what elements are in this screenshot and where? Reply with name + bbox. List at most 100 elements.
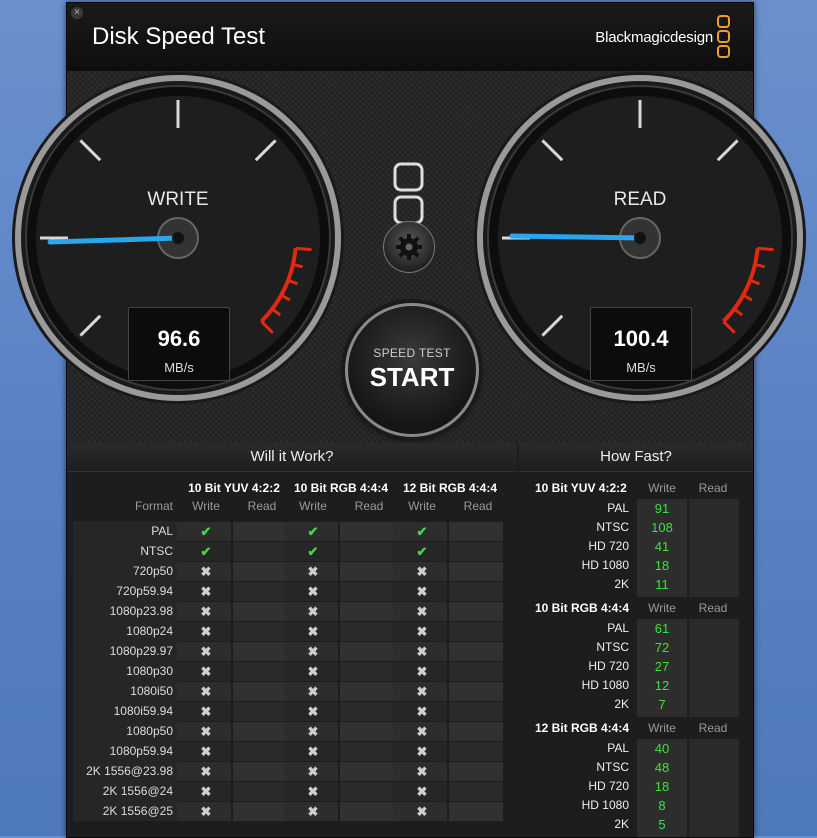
how-fast-read-bg [689,739,739,837]
read-result-cell [233,762,287,781]
cross-icon: ✖ [307,724,319,739]
read-result-cell [340,782,394,801]
read-result-cell [449,682,503,701]
cross-icon: ✖ [307,744,319,759]
close-button[interactable]: × [71,7,83,19]
check-icon: ✔ [200,544,212,559]
how-fast-read-header: Read [698,721,728,735]
cross-icon: ✖ [200,564,212,579]
check-icon: ✔ [416,544,428,559]
how-fast-section-title: 10 Bit YUV 4:2:2 [535,481,627,495]
read-result-cell [340,522,394,541]
format-row-label: 1080p29.97 [109,644,173,658]
cross-icon: ✖ [416,564,428,579]
format-row-label: 1080i50 [130,684,173,698]
how-fast-format-label: PAL [607,501,629,515]
read-result-cell [449,702,503,721]
read-result-cell [233,622,287,641]
read-speed-unit: MB/s [626,360,656,375]
read-result-cell [340,662,394,681]
read-result-cell [233,702,287,721]
group-header: 12 Bit RGB 4:4:4 [402,481,498,495]
how-fast-write-value: 27 [654,659,670,674]
read-result-cell [233,742,287,761]
read-needle [509,233,643,241]
read-result-cell [340,762,394,781]
cross-icon: ✖ [307,784,319,799]
read-result-cell [449,762,503,781]
cross-icon: ✖ [307,704,319,719]
how-fast-write-header: Write [648,721,676,735]
format-row-label: 2K 1556@24 [102,784,173,798]
start-button-sublabel: SPEED TEST [373,346,451,360]
read-readout: 100.4 MB/s [590,307,692,381]
read-result-cell [449,522,503,541]
redline-tick [757,246,774,252]
read-result-cell [340,722,394,741]
results-panel: Will it Work? How Fast? 10 Bit YUV 4:2:2… [67,443,753,837]
cross-icon: ✖ [307,764,319,779]
format-row-label: 1080p59.94 [109,744,173,758]
read-result-cell [340,702,394,721]
read-result-cell [233,782,287,801]
cross-icon: ✖ [200,764,212,779]
cross-icon: ✖ [416,684,428,699]
read-result-cell [340,802,394,821]
read-result-cell [340,562,394,581]
cross-icon: ✖ [307,644,319,659]
how-fast-write-header: Write [648,481,676,495]
read-result-cell [233,682,287,701]
title-bar: × Disk Speed Test Blackmagicdesign [67,3,753,72]
write-column-header: Write [299,499,327,513]
cross-icon: ✖ [200,724,212,739]
cross-icon: ✖ [200,664,212,679]
how-fast-write-value: 7 [658,697,666,712]
write-speed-value: 96.6 [157,326,201,351]
read-result-cell [449,582,503,601]
brand-name: Blackmagicdesign [595,29,713,46]
read-result-cell [233,642,287,661]
write-column-header: Write [408,499,436,513]
how-fast-section-title: 12 Bit RGB 4:4:4 [535,721,630,735]
group-header: 10 Bit YUV 4:2:2 [188,481,280,495]
format-row-label: 1080p24 [126,624,173,638]
will-it-work-header: Will it Work? [67,443,517,472]
read-result-cell [340,742,394,761]
redline-tick [295,246,312,252]
read-result-cell [340,602,394,621]
how-fast-format-label: 2K [614,697,629,711]
how-fast-format-label: PAL [607,621,629,635]
cross-icon: ✖ [200,744,212,759]
read-column-header: Read [247,499,277,513]
read-result-cell [340,542,394,561]
how-fast-write-value: 108 [651,520,673,535]
how-fast-format-label: HD 720 [588,659,629,673]
read-result-cell [449,602,503,621]
settings-button[interactable] [383,221,435,273]
how-fast-write-value: 8 [658,798,666,813]
how-fast-format-label: HD 720 [588,779,629,793]
how-fast-format-label: NTSC [596,520,629,534]
format-row-label: 1080p50 [126,724,173,738]
how-fast-write-value: 18 [654,558,670,573]
how-fast-write-header: Write [648,601,676,615]
how-fast-read-header: Read [698,601,728,615]
read-result-cell [449,562,503,581]
cross-icon: ✖ [200,644,212,659]
write-gauge-label: WRITE [147,189,209,210]
format-row-label: 1080p23.98 [109,604,173,618]
read-result-cell [233,662,287,681]
read-result-cell [233,522,287,541]
cross-icon: ✖ [307,624,319,639]
format-row-label: NTSC [140,544,173,558]
gauge-panel: WRITE 96.6 MB/s READ 100.4 MB/s SPEED TE… [12,71,806,443]
cross-icon: ✖ [200,804,212,819]
cross-icon: ✖ [416,624,428,639]
cross-icon: ✖ [416,784,428,799]
start-button[interactable]: SPEED TEST START [345,303,479,437]
how-fast-write-value: 40 [654,741,670,756]
group-header: 10 Bit RGB 4:4:4 [293,481,389,495]
cross-icon: ✖ [307,664,319,679]
cross-icon: ✖ [416,664,428,679]
format-row-label: PAL [151,524,173,538]
